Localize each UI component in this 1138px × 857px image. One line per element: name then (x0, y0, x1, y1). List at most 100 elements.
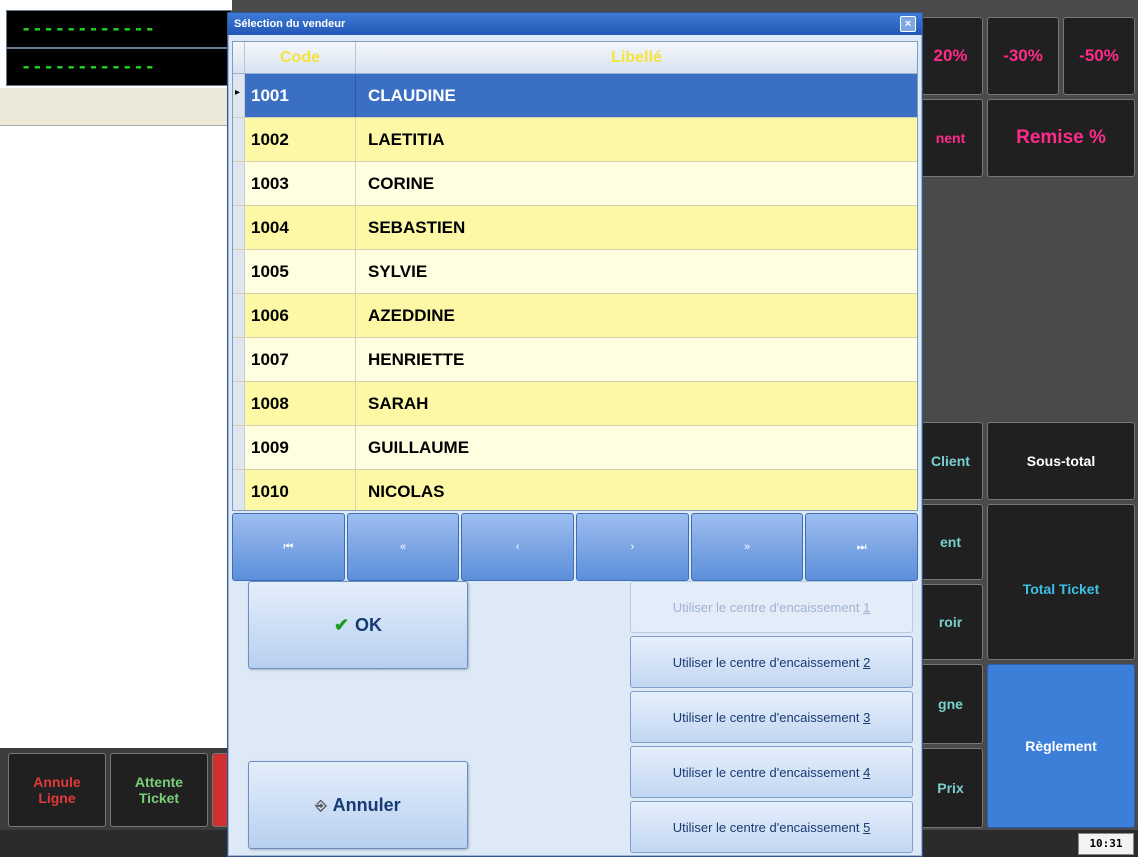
cash-center-1-button[interactable]: Utiliser le centre d'encaissement 1 (630, 581, 913, 633)
table-row[interactable]: 1005 SYLVIE (233, 250, 917, 294)
first-record-button[interactable]: ⏮ (232, 513, 345, 581)
client-button[interactable]: Client (918, 422, 983, 500)
row-selector-header (233, 42, 245, 73)
table-row[interactable]: 1004 SEBASTIEN (233, 206, 917, 250)
dialog-title: Sélection du vendeur (234, 18, 346, 30)
attente-ticket-label-2: Ticket (138, 790, 180, 806)
client-label: Client (931, 453, 970, 469)
attente-ticket-button[interactable]: Attente Ticket (110, 753, 208, 827)
table-row[interactable]: 1009 GUILLAUME (233, 426, 917, 470)
ok-label: OK (355, 614, 383, 635)
cash-center-label: Utiliser le centre d'encaissement (672, 764, 860, 780)
total-ticket-button[interactable]: Total Ticket (987, 504, 1135, 660)
discount-50-button[interactable]: -50% (1063, 17, 1135, 95)
cash-center-number: 1 (863, 599, 871, 615)
prix-label: Prix (937, 780, 964, 796)
cash-center-5-button[interactable]: Utiliser le centre d'encaissement 5 (630, 801, 913, 853)
seller-grid: Code Libellé 1001CLAUDINE1002LAETITIA100… (232, 41, 918, 511)
cash-center-4-button[interactable]: Utiliser le centre d'encaissement 4 (630, 746, 913, 798)
row-libelle: NICOLAS (368, 482, 445, 501)
grid-rows: 1001 CLAUDINE 1002 LAETITIA 1003 CORINE 1004 SE… (233, 74, 917, 510)
row-selector (233, 294, 245, 337)
row-libelle: AZEDDINE (368, 306, 455, 325)
column-header-libelle[interactable]: Libellé (356, 42, 917, 73)
row-code: 1010 (245, 470, 356, 510)
discount-30-button[interactable]: -30% (987, 17, 1059, 95)
table-row[interactable]: 1002 LAETITIA (233, 118, 917, 162)
ent-label: ent (940, 534, 961, 550)
reglement-button[interactable]: Règlement (987, 664, 1135, 828)
cancel-label: Annuler (332, 794, 401, 815)
table-row[interactable]: 1007 HENRIETTE (233, 338, 917, 382)
total-ticket-label: Total Ticket (1022, 581, 1100, 597)
checkmark-icon: ✔ (333, 614, 350, 635)
row-libelle: GUILLAUME (368, 438, 470, 457)
sous-total-button[interactable]: Sous-total (987, 422, 1135, 500)
table-row[interactable]: 1003 CORINE (233, 162, 917, 206)
exit-door-icon: ⎆ (315, 796, 327, 813)
table-row[interactable]: 1008 SARAH (233, 382, 917, 426)
table-row[interactable]: 1001 CLAUDINE (233, 74, 917, 118)
remise-percent-button[interactable]: Remise % (987, 99, 1135, 177)
row-code: 1001 (245, 74, 356, 117)
column-header-code[interactable]: Code (245, 42, 356, 73)
table-row[interactable]: 1006 AZEDDINE (233, 294, 917, 338)
ticket-header-strip (0, 88, 232, 126)
row-libelle: CLAUDINE (368, 86, 456, 105)
row-selector (233, 250, 245, 293)
customer-display-line-2: ------------ (6, 48, 232, 86)
payment-partial-label: nent (935, 130, 966, 146)
tiroir-button[interactable]: roir (918, 584, 983, 660)
clock: 10:31 (1078, 833, 1134, 855)
close-icon[interactable]: × (900, 16, 916, 32)
customer-display-line-1: ------------ (6, 10, 232, 48)
last-record-button[interactable]: ⏭ (805, 513, 919, 581)
cash-center-2-button[interactable]: Utiliser le centre d'encaissement 2 (630, 636, 913, 688)
row-code: 1003 (245, 162, 356, 205)
cash-center-3-button[interactable]: Utiliser le centre d'encaissement 3 (630, 691, 913, 743)
next-record-button[interactable]: › (576, 513, 689, 581)
ent-button[interactable]: ent (918, 504, 983, 580)
discount-20-button[interactable]: 20% (918, 17, 983, 95)
tiroir-label: roir (938, 614, 963, 630)
row-libelle: HENRIETTE (368, 350, 465, 369)
previous-page-button[interactable]: « (346, 513, 460, 581)
grid-header: Code Libellé (233, 42, 917, 74)
row-code: 1002 (245, 118, 356, 161)
row-code: 1005 (245, 250, 356, 293)
cash-center-label: Utiliser le centre d'encaissement (672, 819, 860, 835)
cash-center-number: 2 (863, 654, 871, 670)
ok-button[interactable]: ✔ OK (248, 581, 468, 669)
table-row[interactable]: 1010 NICOLAS (233, 470, 917, 510)
ligne-button[interactable]: gne (918, 664, 983, 744)
row-selector (233, 426, 245, 469)
grid-navigation: ⏮ « ‹ › » ⏭ (232, 513, 919, 581)
cash-center-label: Utiliser le centre d'encaissement (672, 599, 860, 615)
row-code: 1007 (245, 338, 356, 381)
sous-total-label: Sous-total (1026, 453, 1096, 469)
annule-ligne-button[interactable]: Annule Ligne (8, 753, 106, 827)
previous-record-button[interactable]: ‹ (461, 513, 575, 581)
cash-center-number: 5 (863, 819, 871, 835)
cash-center-number: 4 (863, 764, 871, 780)
payment-partial-button[interactable]: nent (918, 99, 983, 177)
row-selector (233, 118, 245, 161)
row-code: 1006 (245, 294, 356, 337)
row-libelle: LAETITIA (368, 130, 445, 149)
cash-center-label: Utiliser le centre d'encaissement (672, 709, 860, 725)
remise-percent-label: Remise % (1016, 127, 1106, 148)
row-selector (233, 382, 245, 425)
row-selector (233, 338, 245, 381)
cancel-button[interactable]: ⎆ Annuler (248, 761, 468, 849)
dialog-title-bar: Sélection du vendeur × (228, 13, 922, 35)
prix-button[interactable]: Prix (918, 748, 983, 828)
row-code: 1008 (245, 382, 356, 425)
annule-ligne-label-1: Annule (33, 774, 81, 790)
row-libelle: SEBASTIEN (368, 218, 466, 237)
annule-ligne-label-2: Ligne (38, 790, 76, 806)
cash-center-label: Utiliser le centre d'encaissement (672, 654, 860, 670)
row-selector (233, 74, 245, 117)
ticket-area (0, 0, 232, 857)
next-page-button[interactable]: » (690, 513, 804, 581)
row-selector (233, 162, 245, 205)
